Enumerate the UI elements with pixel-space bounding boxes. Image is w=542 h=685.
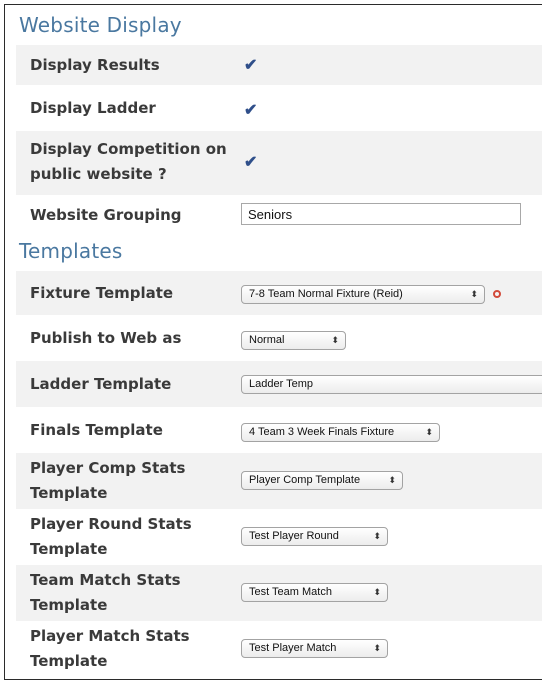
player-match-stats-select[interactable]: Test Player Match ⬍ bbox=[241, 639, 388, 658]
player-comp-stats-label-line2: Template bbox=[30, 484, 108, 502]
team-match-stats-label-line1: Team Match Stats bbox=[30, 571, 181, 589]
ladder-template-value: Ladder Temp bbox=[249, 378, 314, 390]
player-match-stats-value: Test Player Match bbox=[249, 642, 337, 654]
fixture-template-select[interactable]: 7-8 Team Normal Fixture (Reid) ⬍ bbox=[241, 285, 485, 304]
finals-template-select[interactable]: 4 Team 3 Week Finals Fixture ⬍ bbox=[241, 423, 440, 442]
website-grouping-input[interactable]: Seniors bbox=[241, 203, 521, 225]
display-ladder-checkbox[interactable]: ✔ bbox=[244, 103, 260, 119]
fixture-template-label: Fixture Template bbox=[30, 284, 174, 302]
website-grouping-label: Website Grouping bbox=[30, 206, 182, 224]
player-round-stats-row: Player Round Stats Template Test Player … bbox=[16, 509, 542, 565]
display-competition-row: Display Competition on public website ? … bbox=[16, 131, 542, 195]
ladder-template-label: Ladder Template bbox=[30, 375, 172, 393]
display-ladder-label: Display Ladder bbox=[30, 99, 156, 117]
finals-template-label: Finals Template bbox=[30, 421, 163, 439]
select-arrows-icon: ⬍ bbox=[388, 475, 396, 485]
display-results-label: Display Results bbox=[30, 56, 160, 74]
player-comp-stats-label-line1: Player Comp Stats bbox=[30, 459, 186, 477]
select-arrows-icon: ⬍ bbox=[470, 289, 478, 299]
select-arrows-icon: ⬍ bbox=[373, 587, 381, 597]
publish-to-web-select[interactable]: Normal ⬍ bbox=[241, 331, 346, 350]
website-grouping-row: Website Grouping Seniors bbox=[16, 195, 542, 237]
ladder-template-row: Ladder Template Ladder Temp bbox=[16, 361, 542, 407]
fixture-template-value: 7-8 Team Normal Fixture (Reid) bbox=[249, 288, 403, 300]
team-match-stats-value: Test Team Match bbox=[249, 586, 332, 598]
publish-to-web-label: Publish to Web as bbox=[30, 329, 182, 347]
select-arrows-icon: ⬍ bbox=[331, 335, 339, 345]
player-round-stats-label-line1: Player Round Stats bbox=[30, 515, 192, 533]
settings-panel: Website Display Display Results ✔ Displa… bbox=[4, 4, 542, 680]
player-comp-stats-row: Player Comp Stats Template Player Comp T… bbox=[16, 453, 542, 509]
finals-template-row: Finals Template 4 Team 3 Week Finals Fix… bbox=[16, 407, 542, 453]
player-match-stats-label-line2: Template bbox=[30, 652, 108, 670]
select-arrows-icon: ⬍ bbox=[373, 643, 381, 653]
select-arrows-icon: ⬍ bbox=[425, 427, 433, 437]
player-comp-stats-value: Player Comp Template bbox=[249, 474, 361, 486]
display-results-checkbox[interactable]: ✔ bbox=[244, 58, 260, 74]
display-competition-label-line1: Display Competition on bbox=[30, 140, 227, 158]
player-round-stats-select[interactable]: Test Player Round ⬍ bbox=[241, 527, 388, 546]
select-arrows-icon: ⬍ bbox=[373, 531, 381, 541]
player-round-stats-value: Test Player Round bbox=[249, 530, 339, 542]
team-match-stats-select[interactable]: Test Team Match ⬍ bbox=[241, 583, 388, 602]
ladder-template-select[interactable]: Ladder Temp bbox=[241, 375, 542, 394]
player-match-stats-label-line1: Player Match Stats bbox=[30, 627, 190, 645]
website-display-heading: Website Display bbox=[19, 13, 182, 37]
fixture-template-row: Fixture Template 7-8 Team Normal Fixture… bbox=[16, 271, 542, 315]
publish-to-web-value: Normal bbox=[249, 334, 285, 346]
player-round-stats-label-line2: Template bbox=[30, 540, 108, 558]
team-match-stats-row: Team Match Stats Template Test Team Matc… bbox=[16, 565, 542, 621]
player-match-stats-row: Player Match Stats Template Test Player … bbox=[16, 621, 542, 679]
display-results-row: Display Results ✔ bbox=[16, 45, 542, 85]
display-competition-checkbox[interactable]: ✔ bbox=[244, 155, 260, 171]
required-marker-icon bbox=[493, 290, 501, 298]
templates-heading: Templates bbox=[19, 239, 123, 263]
team-match-stats-label-line2: Template bbox=[30, 596, 108, 614]
publish-to-web-row: Publish to Web as Normal ⬍ bbox=[16, 315, 542, 361]
finals-template-value: 4 Team 3 Week Finals Fixture bbox=[249, 426, 395, 438]
player-comp-stats-select[interactable]: Player Comp Template ⬍ bbox=[241, 471, 403, 490]
display-ladder-row: Display Ladder ✔ bbox=[16, 85, 542, 131]
display-competition-label-line2: public website ? bbox=[30, 165, 167, 183]
